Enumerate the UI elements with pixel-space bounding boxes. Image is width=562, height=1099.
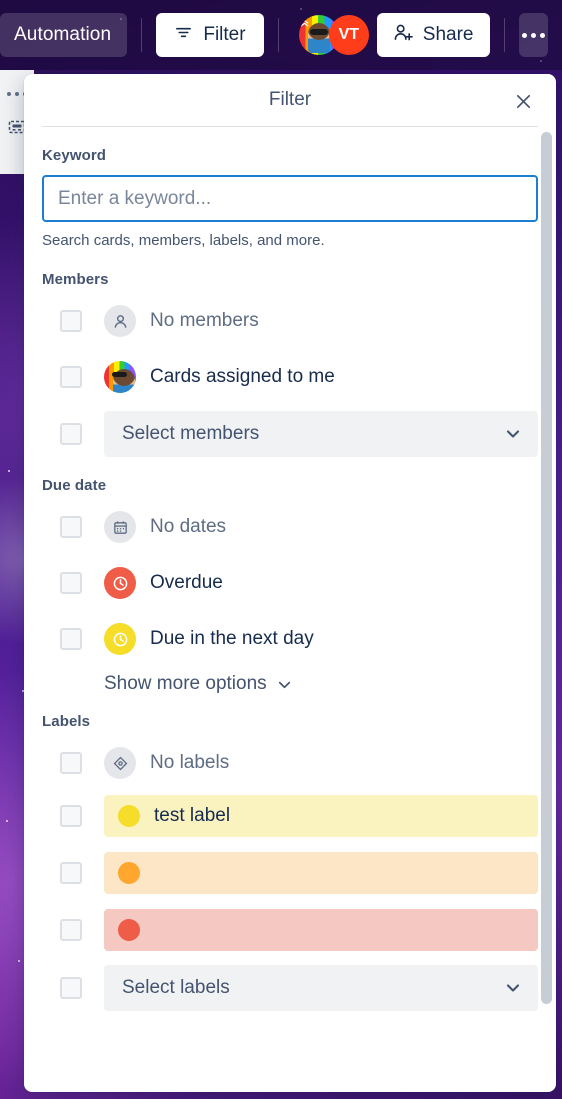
checkbox-due-next-day[interactable] [60, 628, 82, 650]
checkbox-no-labels[interactable] [60, 752, 82, 774]
filter-panel: Filter Keyword Search cards, members, la… [24, 74, 556, 1092]
checkbox-label-red[interactable] [60, 919, 82, 941]
ellipsis-icon [530, 32, 536, 38]
clock-icon [104, 623, 136, 655]
section-title-keyword: Keyword [42, 147, 107, 164]
person-add-icon [393, 23, 414, 48]
ellipsis-icon [521, 32, 527, 38]
scrollbar-thumb[interactable] [541, 132, 552, 1004]
checkbox-no-dates[interactable] [60, 516, 82, 538]
person-icon [104, 305, 136, 337]
option-label: Due in the next day [150, 628, 314, 649]
show-more-options-label: Show more options [104, 673, 267, 694]
label-swatch-yellow [118, 805, 140, 827]
topbar-divider-3 [503, 18, 505, 52]
checkbox-overdue[interactable] [60, 572, 82, 594]
member-avatars: VT [298, 15, 369, 55]
checkbox-assigned-to-me[interactable] [60, 366, 82, 388]
label-swatch-red [118, 919, 140, 941]
show-more-options-button[interactable]: Show more options [104, 673, 538, 695]
filter-option-select-labels[interactable]: Select labels [42, 965, 538, 1011]
board-menu-button[interactable] [518, 13, 548, 57]
filter-option-due-next-day[interactable]: Due in the next day [42, 617, 538, 661]
member-avatar-vt[interactable]: VT [328, 15, 369, 55]
calendar-icon [104, 511, 136, 543]
filter-option-assigned-to-me[interactable]: Cards assigned to me [42, 355, 538, 399]
filter-option-label-red[interactable] [42, 908, 538, 952]
ellipsis-icon [539, 32, 545, 38]
section-title-due-date: Due date [42, 477, 107, 494]
share-button[interactable]: Share [376, 13, 490, 57]
filter-panel-header: Filter [24, 74, 556, 126]
keyword-help-text: Search cards, members, labels, and more. [42, 232, 325, 249]
checkbox-no-members[interactable] [60, 310, 82, 332]
label-pill-red[interactable] [104, 909, 538, 951]
topbar-divider-1 [141, 18, 143, 52]
filter-option-label-yellow[interactable]: test label [42, 794, 538, 838]
keyword-input[interactable] [42, 175, 538, 222]
clock-icon [104, 567, 136, 599]
label-name: test label [154, 805, 231, 826]
filter-option-label-orange[interactable] [42, 851, 538, 895]
avatar-initials: VT [338, 26, 360, 43]
avatar-sunglasses [309, 29, 328, 35]
filter-panel-body: Keyword Search cards, members, labels, a… [24, 127, 556, 1092]
section-title-members: Members [42, 271, 109, 288]
option-label: Overdue [150, 572, 223, 593]
filter-button[interactable]: Filter [156, 13, 264, 57]
checkbox-label-yellow[interactable] [60, 805, 82, 827]
option-label: No dates [150, 516, 227, 537]
filter-option-select-members[interactable]: Select members [42, 411, 538, 457]
label-pill-yellow[interactable]: test label [104, 795, 538, 837]
select-members-dropdown[interactable]: Select members [104, 411, 538, 457]
automation-label: Automation [14, 24, 112, 45]
tag-icon [104, 747, 136, 779]
avatar-badge-icon [299, 15, 310, 32]
chevron-down-icon [276, 676, 293, 693]
topbar-divider-2 [277, 18, 279, 52]
label-pill-orange[interactable] [104, 852, 538, 894]
panel-scrollbar[interactable] [541, 132, 552, 1078]
checkbox-select-labels[interactable] [60, 977, 82, 999]
filter-option-overdue[interactable]: Overdue [42, 561, 538, 605]
share-label: Share [422, 24, 474, 45]
board-topbar: Automation Filter VT Share [0, 0, 562, 70]
checkbox-label-orange[interactable] [60, 862, 82, 884]
filter-label: Filter [203, 24, 246, 45]
filter-option-no-labels[interactable]: No labels [42, 741, 538, 785]
filter-option-no-members[interactable]: No members [42, 299, 538, 343]
option-label: No labels [150, 752, 230, 773]
funnel-icon [174, 23, 193, 48]
avatar-sunglasses [112, 372, 127, 377]
chevron-down-icon [504, 979, 522, 997]
select-labels-dropdown[interactable]: Select labels [104, 965, 538, 1011]
filter-option-no-dates[interactable]: No dates [42, 505, 538, 549]
avatar-photo [104, 361, 136, 393]
select-members-label: Select members [122, 423, 260, 444]
panel-title: Filter [268, 89, 312, 110]
chevron-down-icon [504, 425, 522, 443]
checkbox-select-members[interactable] [60, 423, 82, 445]
option-label: No members [150, 310, 259, 331]
automation-button[interactable]: Automation [0, 13, 128, 57]
section-title-labels: Labels [42, 713, 91, 730]
close-icon[interactable] [508, 86, 538, 116]
label-swatch-orange [118, 862, 140, 884]
option-label: Cards assigned to me [150, 366, 335, 387]
select-labels-label: Select labels [122, 977, 230, 998]
